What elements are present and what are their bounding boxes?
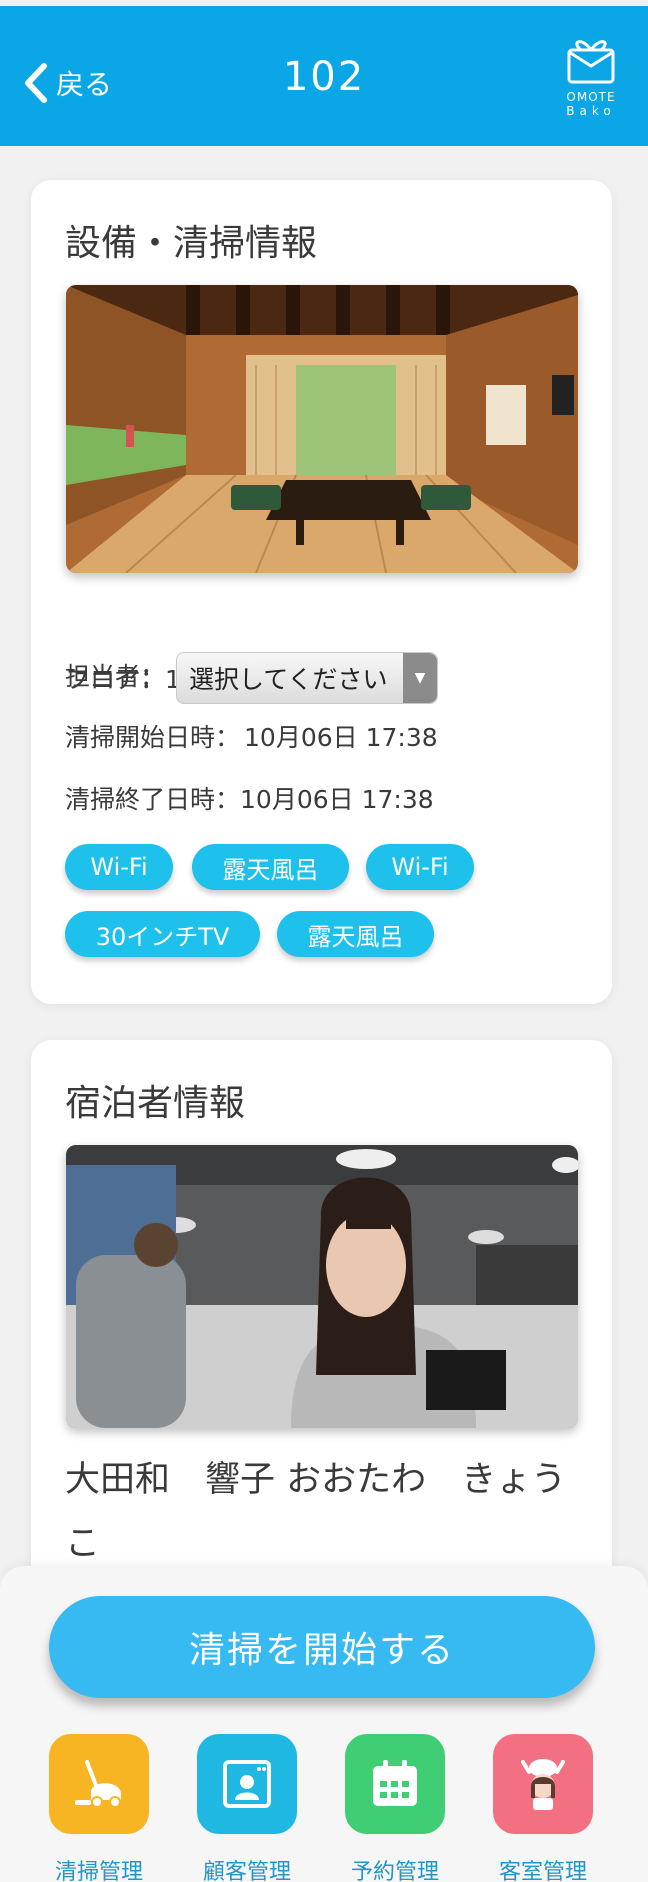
app-header: 戻る 102 OMOTE Bako <box>0 6 648 146</box>
amenity-tag: Wi-Fi <box>366 844 474 890</box>
amenity-tag: 露天風呂 <box>192 844 349 890</box>
customer-card-icon <box>197 1734 297 1834</box>
cleaning-end-row: 清掃終了日時：10月06日 17:38 <box>65 780 434 816</box>
dropdown-arrow-icon: ▼ <box>403 653 437 703</box>
nav-reservations-label: 予約管理 <box>350 1860 439 1882</box>
guest-photo <box>66 1145 578 1428</box>
start-cleaning-button[interactable]: 清掃を開始する <box>49 1596 595 1698</box>
cleaning-start-label: 清掃開始日時： <box>65 723 241 752</box>
guest-section-title: 宿泊者情報 <box>65 1083 246 1124</box>
amenity-tag: 露天風呂 <box>277 911 434 957</box>
logo-text-top: OMOTE <box>566 90 616 104</box>
cleaning-start-row: 清掃開始日時： 10月06日 17:38 <box>65 718 438 754</box>
nav-rooms-label: 客室管理 <box>498 1860 587 1882</box>
room-photo <box>66 285 578 573</box>
nav-cleaning[interactable]: 清掃管理 <box>49 1734 149 1882</box>
facility-card: 設備・清掃情報 フロア：1階 担当者： 選択してください ▼ <box>31 180 612 1004</box>
nav-reservations[interactable]: 予約管理 <box>345 1734 445 1882</box>
cleaning-end-value: 10月06日 17:38 <box>240 785 434 814</box>
calendar-icon <box>345 1734 445 1834</box>
cleaning-start-value: 10月06日 17:38 <box>244 723 438 752</box>
nav-cleaning-label: 清掃管理 <box>54 1860 143 1882</box>
bottom-panel: 清掃を開始する 清掃管理 顧客管理 予約管理 客室管理 <box>0 1566 648 1882</box>
staff-select[interactable]: 選択してください ▼ <box>176 652 438 704</box>
room-number-title: 102 <box>282 54 366 100</box>
vacuum-cleaner-icon <box>49 1734 149 1834</box>
guest-name: 大田和 響子 おおたわ きょうこ <box>65 1460 567 1564</box>
amenity-tag: Wi-Fi <box>65 844 173 890</box>
nav-rooms[interactable]: 客室管理 <box>493 1734 593 1882</box>
amenity-tag: 30インチTV <box>65 911 260 957</box>
logo-text-bottom: Bako <box>566 104 616 118</box>
nav-customers-label: 顧客管理 <box>202 1860 291 1882</box>
nav-customers[interactable]: 顧客管理 <box>197 1734 297 1882</box>
staff-select-value: 選択してください <box>189 665 388 694</box>
gift-box-logo-icon <box>567 40 615 84</box>
facility-section-title: 設備・清掃情報 <box>65 223 318 264</box>
cleaning-end-label: 清掃終了日時： <box>65 785 241 814</box>
room-staff-icon <box>493 1734 593 1834</box>
guest-card: 宿泊者情報 大田和 響子 おおたわ きょうこ <box>31 1040 612 1600</box>
staff-label: 担当者： <box>65 662 166 691</box>
omote-bako-logo: OMOTE Bako <box>558 32 624 118</box>
